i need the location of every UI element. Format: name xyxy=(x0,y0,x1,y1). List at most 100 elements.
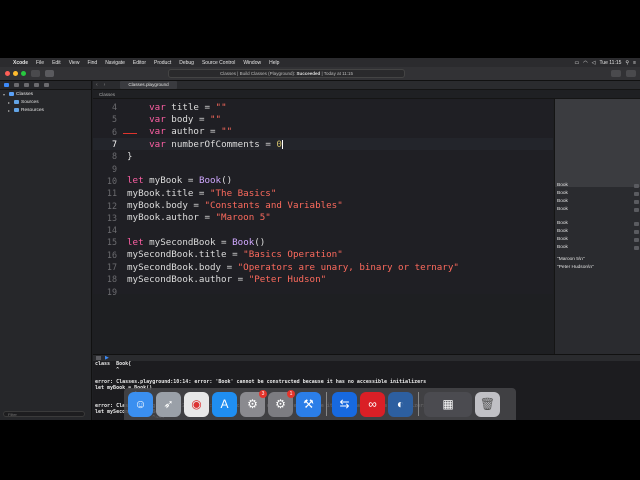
result-row[interactable]: Book xyxy=(557,228,639,235)
code-line[interactable]: 6 var author = "" xyxy=(93,126,553,138)
run-playground-button[interactable] xyxy=(45,70,54,77)
issue-icon[interactable] xyxy=(44,83,49,87)
notification-center-icon[interactable]: ≡ xyxy=(633,60,636,66)
code-line[interactable]: 19 xyxy=(93,286,553,298)
close-window-icon[interactable] xyxy=(5,71,10,76)
trash-icon[interactable]: 🗑 xyxy=(475,391,500,417)
line-number: 19 xyxy=(106,286,117,297)
code-line[interactable]: 13 myBook.author = "Maroon 5" xyxy=(93,212,553,224)
code-line[interactable]: 18 mySecondBook.author = "Peter Hudson" xyxy=(93,273,553,285)
quick-look-icon[interactable] xyxy=(634,207,639,212)
finder-icon[interactable]: ☺ xyxy=(128,391,153,417)
launchpad-icon[interactable]: ➶ xyxy=(156,391,181,417)
result-row[interactable]: Book xyxy=(557,244,639,251)
source-control-icon[interactable] xyxy=(14,83,19,87)
menu-editor[interactable]: Editor xyxy=(129,60,150,66)
quick-look-icon[interactable] xyxy=(634,237,639,242)
back-arrow-icon[interactable]: ‹ xyxy=(93,82,101,88)
folder-icon xyxy=(14,100,19,104)
menu-help[interactable]: Help xyxy=(265,60,283,66)
forward-arrow-icon[interactable]: › xyxy=(101,82,109,88)
quick-look-icon[interactable] xyxy=(634,221,639,226)
code-line[interactable]: 5 var body = "" xyxy=(93,113,553,125)
search-icon[interactable]: ⚲ xyxy=(625,60,629,66)
menu-source-control[interactable]: Source Control xyxy=(198,60,239,66)
jump-bar[interactable]: Classes xyxy=(93,90,640,99)
battery-icon[interactable]: ▭ xyxy=(574,60,579,66)
hide-debug-area-icon[interactable] xyxy=(96,356,101,360)
find-icon[interactable] xyxy=(34,83,39,87)
menubar-clock[interactable]: Tue 11:15 xyxy=(599,60,621,66)
tab-classes-playground[interactable]: Classes.playground xyxy=(120,81,177,89)
menu-debug[interactable]: Debug xyxy=(175,60,198,66)
downloads-icon[interactable]: ▦ xyxy=(424,391,472,417)
menu-navigate[interactable]: Navigate xyxy=(101,60,129,66)
line-number: 5 xyxy=(111,114,117,125)
disclosure-triangle-icon[interactable]: ▸ xyxy=(8,100,12,105)
symbol-icon[interactable] xyxy=(24,83,29,87)
menu-find[interactable]: Find xyxy=(83,60,101,66)
code-editor[interactable]: 4 var title = "" 5 var body = "" 6 var aut… xyxy=(93,99,553,297)
edge-icon[interactable]: ◐ xyxy=(388,391,413,417)
result-row[interactable]: Book xyxy=(557,198,639,205)
chrome-icon[interactable]: ◉ xyxy=(184,391,209,417)
quick-look-icon[interactable] xyxy=(634,191,639,196)
menu-view[interactable]: View xyxy=(65,60,84,66)
quick-look-icon[interactable] xyxy=(634,245,639,250)
menu-product[interactable]: Product xyxy=(150,60,175,66)
code-line[interactable]: 12 myBook.body = "Constants and Variables… xyxy=(93,199,553,211)
quick-look-icon[interactable] xyxy=(634,229,639,234)
code-line[interactable]: 10 let myBook = Book() xyxy=(93,175,553,187)
menu-edit[interactable]: Edit xyxy=(48,60,65,66)
disclosure-triangle-icon[interactable]: ▸ xyxy=(8,108,12,113)
result-row[interactable]: Book xyxy=(557,220,639,227)
code-text: let mySecondBook = Book() xyxy=(119,237,265,248)
code-text: let myBook = Book() xyxy=(119,175,232,186)
result-value: Book xyxy=(557,183,568,188)
result-row[interactable]: "Peter Hudson\n" xyxy=(557,264,639,271)
folder-icon[interactable] xyxy=(4,83,9,87)
code-line[interactable]: 14 xyxy=(93,224,553,236)
code-line[interactable]: 15 let mySecondBook = Book() xyxy=(93,236,553,248)
code-line[interactable]: 8} xyxy=(93,150,553,162)
menu-window[interactable]: Window xyxy=(239,60,265,66)
system-preferences-icon[interactable]: ⚙ 3 xyxy=(240,389,267,417)
zoom-window-icon[interactable] xyxy=(21,71,26,76)
app-store-icon[interactable]: A xyxy=(212,391,237,417)
code-line[interactable]: 16 mySecondBook.title = "Basics Operation… xyxy=(93,249,553,261)
error-underline xyxy=(123,132,137,134)
creative-cloud-icon[interactable]: ∞ xyxy=(360,391,385,417)
quick-look-icon[interactable] xyxy=(634,199,639,204)
code-line[interactable]: 4 var title = "" xyxy=(93,101,553,113)
menu-file[interactable]: File xyxy=(32,60,48,66)
xcode-icon[interactable]: ⚒ xyxy=(296,391,321,417)
system-update-icon[interactable]: ⚙ 1 xyxy=(268,389,295,417)
code-line[interactable]: 17 mySecondBook.body = "Operators are una… xyxy=(93,261,553,273)
nav-item-resources[interactable]: ▸ Resources xyxy=(0,106,91,114)
code-token: "Peter Hudson" xyxy=(248,273,327,285)
result-row[interactable]: "Maroon 5\n" xyxy=(557,256,639,263)
code-text: mySecondBook.author = "Peter Hudson" xyxy=(119,274,326,285)
result-row[interactable]: Book xyxy=(557,236,639,243)
nav-item-sources[interactable]: ▸ Sources xyxy=(0,98,91,106)
volume-icon[interactable]: ◁ xyxy=(592,60,596,66)
quick-look-icon[interactable] xyxy=(634,183,639,188)
nav-item-label: Classes xyxy=(16,91,34,97)
menu-xcode[interactable]: Xcode xyxy=(9,60,32,66)
code-line[interactable]: 7 var numberOfComments = 0 xyxy=(93,137,553,151)
library-button[interactable] xyxy=(611,70,621,77)
nav-item-project[interactable]: ▾ Classes xyxy=(0,90,91,98)
result-row[interactable]: Book xyxy=(557,182,639,189)
code-line[interactable]: 11 myBook.title = "The Basics" xyxy=(93,187,553,199)
result-row[interactable]: Book xyxy=(557,206,639,213)
wifi-icon[interactable]: ◠ xyxy=(583,60,587,66)
toggle-navigator-button[interactable] xyxy=(31,70,40,77)
toggle-inspector-button[interactable] xyxy=(626,70,636,77)
result-row[interactable]: Book xyxy=(557,190,639,197)
result-value: "Peter Hudson\n" xyxy=(557,265,594,270)
code-line[interactable]: 9 xyxy=(93,163,553,175)
disclosure-triangle-icon[interactable]: ▾ xyxy=(3,92,7,97)
teamviewer-icon[interactable]: ⇆ xyxy=(332,391,357,417)
minimize-window-icon[interactable] xyxy=(13,71,18,76)
navigator-filter-input[interactable]: Filter xyxy=(3,411,85,417)
